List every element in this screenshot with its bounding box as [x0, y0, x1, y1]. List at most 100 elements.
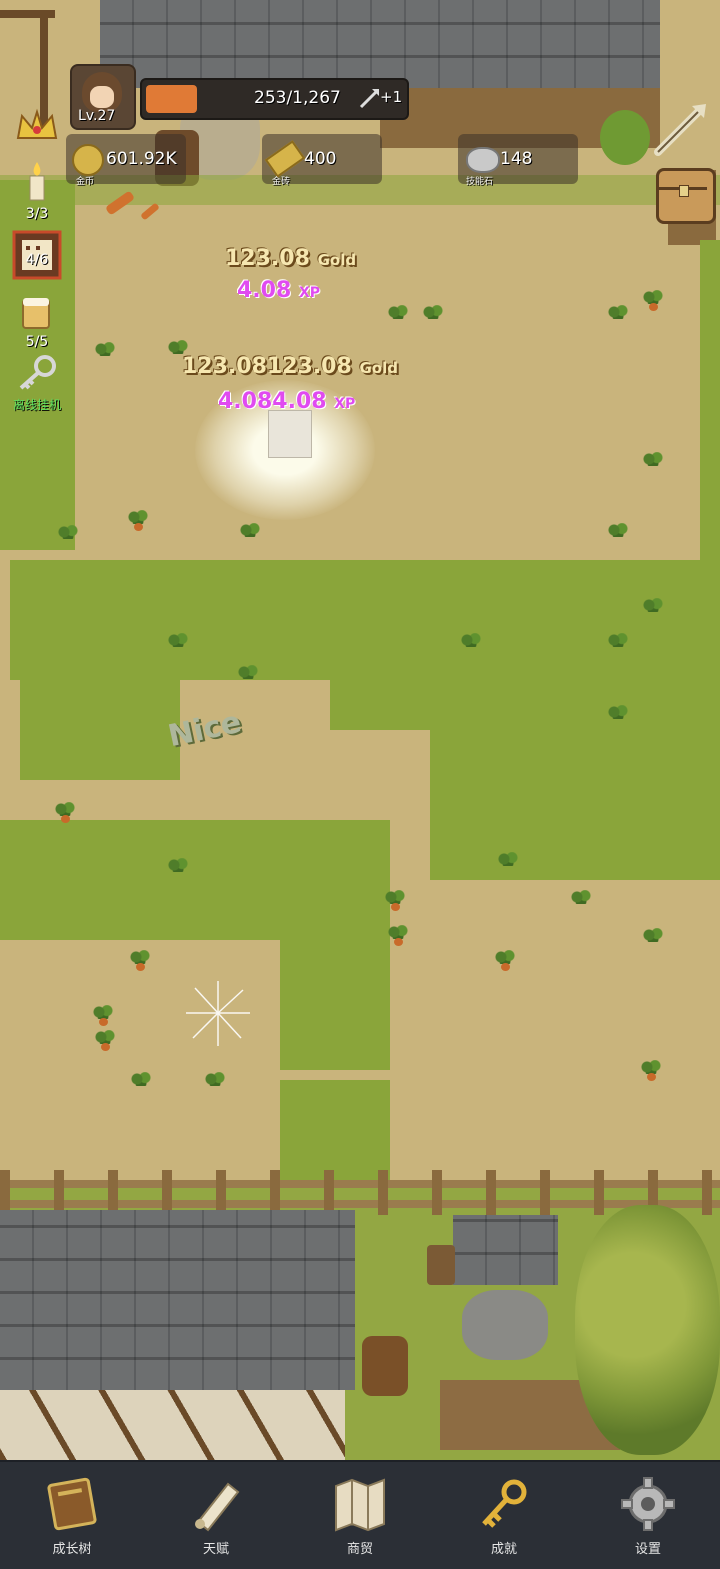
- currency-label: 金币: [76, 177, 95, 187]
- nav-settings[interactable]: 设置: [576, 1462, 720, 1569]
- skill-stone-icon: [466, 147, 500, 173]
- gold-popup: 123.08123.08 Gold: [182, 354, 398, 379]
- currency-label: 技能石: [466, 177, 494, 187]
- scroll-icon: [195, 1482, 240, 1532]
- side-count: 3/3: [25, 206, 49, 222]
- nav-label: 设置: [634, 1542, 661, 1557]
- chest-lock: [679, 185, 689, 197]
- grass-block-a: [20, 680, 180, 780]
- map-icon: [335, 1478, 385, 1532]
- gold-popup-unit: Gold: [317, 251, 357, 269]
- bucket: [427, 1245, 455, 1285]
- well-roof: [453, 1215, 558, 1285]
- dirt-patch-c: [390, 880, 720, 1180]
- fence-posts: [0, 1170, 720, 1215]
- dirt-patch-b: [240, 730, 430, 820]
- plant[interactable]: [605, 705, 631, 727]
- plant[interactable]: [605, 523, 631, 545]
- carrot-plant[interactable]: [385, 925, 411, 947]
- side-button-beer[interactable]: 5/5: [12, 296, 62, 350]
- side-button-offline[interactable]: 离线挂机: [12, 354, 62, 413]
- player-level: Lv.27: [78, 108, 116, 124]
- side-count: 5/5: [25, 334, 49, 350]
- currency-brick[interactable]: 400 金砖: [262, 134, 382, 187]
- key-icon: [482, 1479, 527, 1528]
- carrot-plant[interactable]: [92, 1030, 118, 1052]
- grass-block-c: [430, 730, 720, 880]
- nav-talent[interactable]: 天赋: [144, 1462, 288, 1569]
- treasure-chest-icon[interactable]: [656, 168, 716, 224]
- barrel: [362, 1336, 408, 1396]
- gold-popup: 123.08 Gold: [225, 246, 356, 271]
- plant[interactable]: [568, 890, 594, 912]
- currency-stone[interactable]: 148 技能石: [458, 134, 578, 187]
- plant[interactable]: [458, 633, 484, 655]
- grass-band: [10, 560, 720, 680]
- stone-marker[interactable]: [268, 410, 312, 458]
- book-icon: [47, 1477, 97, 1531]
- plant[interactable]: [165, 633, 191, 655]
- nav-achievement[interactable]: 成就: [432, 1462, 576, 1569]
- carrot-plant[interactable]: [638, 1060, 664, 1082]
- plant[interactable]: [128, 1072, 154, 1094]
- gold-popup-value: 123.08: [225, 246, 310, 271]
- plant[interactable]: [92, 342, 118, 364]
- sparkle-effect: [186, 981, 250, 1046]
- avatar-face: [90, 86, 114, 108]
- sword-icon[interactable]: [652, 100, 710, 158]
- plant[interactable]: [55, 525, 81, 547]
- beer-mug-icon: [22, 298, 50, 329]
- xp-popup-value: 4.084.08: [218, 389, 327, 414]
- tree: [575, 1205, 720, 1455]
- carrot-plant[interactable]: [90, 1005, 116, 1027]
- carrot-plant[interactable]: [52, 802, 78, 824]
- plant[interactable]: [605, 305, 631, 327]
- currency-label: 金砖: [272, 177, 291, 187]
- carrot-plant[interactable]: [125, 510, 151, 532]
- bonus-text: +1: [380, 88, 403, 106]
- gear-icon: [621, 1477, 675, 1531]
- plant[interactable]: [165, 858, 191, 880]
- plant[interactable]: [237, 523, 263, 545]
- carrot-plant[interactable]: [492, 950, 518, 972]
- currency-gold[interactable]: 601.92K 金币: [66, 134, 186, 187]
- xp-popup: 4.08 XP: [237, 278, 320, 303]
- xp-bar-text: 253/1,267: [254, 88, 341, 108]
- crown-icon: [16, 108, 58, 139]
- grass-block-f: [280, 1080, 405, 1180]
- currency-value: 400: [304, 149, 337, 169]
- candle-icon: [29, 162, 45, 201]
- nav-growth-tree[interactable]: 成长树: [0, 1462, 144, 1569]
- currency-value: 148: [500, 149, 533, 169]
- house-roof-top: [100, 0, 660, 88]
- grass-right: [700, 240, 720, 560]
- side-button-crown[interactable]: [12, 108, 62, 150]
- plant[interactable]: [640, 598, 666, 620]
- xp-popup: 4.084.08 XP: [218, 389, 355, 414]
- xp-popup-value: 4.08: [237, 278, 292, 303]
- carrot-plant[interactable]: [127, 950, 153, 972]
- carrot-plant[interactable]: [382, 890, 408, 912]
- plant[interactable]: [495, 852, 521, 874]
- gold-popup-unit: Gold: [359, 359, 398, 377]
- plant[interactable]: [640, 452, 666, 474]
- plant[interactable]: [235, 665, 261, 687]
- plant[interactable]: [202, 1072, 228, 1094]
- plant[interactable]: [385, 305, 411, 327]
- arrow-icon: [359, 89, 379, 109]
- house-wall-bottom: [0, 1390, 345, 1460]
- grass-block-b: [330, 680, 720, 730]
- nav-trade[interactable]: 商贸: [288, 1462, 432, 1569]
- side-button-calendar[interactable]: 4/6: [12, 230, 62, 280]
- carrot-plant[interactable]: [640, 290, 666, 312]
- plant[interactable]: [605, 633, 631, 655]
- plant[interactable]: [640, 928, 666, 950]
- gold-popup-value: 123.08123.08: [182, 354, 352, 379]
- bush: [600, 110, 650, 165]
- plant[interactable]: [420, 305, 446, 327]
- well[interactable]: [462, 1290, 548, 1360]
- bottom-nav: 成长树 天赋 商贸 成就 设置: [0, 1460, 720, 1569]
- gold-coin-icon: [72, 144, 104, 176]
- nav-label: 成就: [490, 1542, 517, 1557]
- side-button-candle[interactable]: 3/3: [12, 160, 62, 222]
